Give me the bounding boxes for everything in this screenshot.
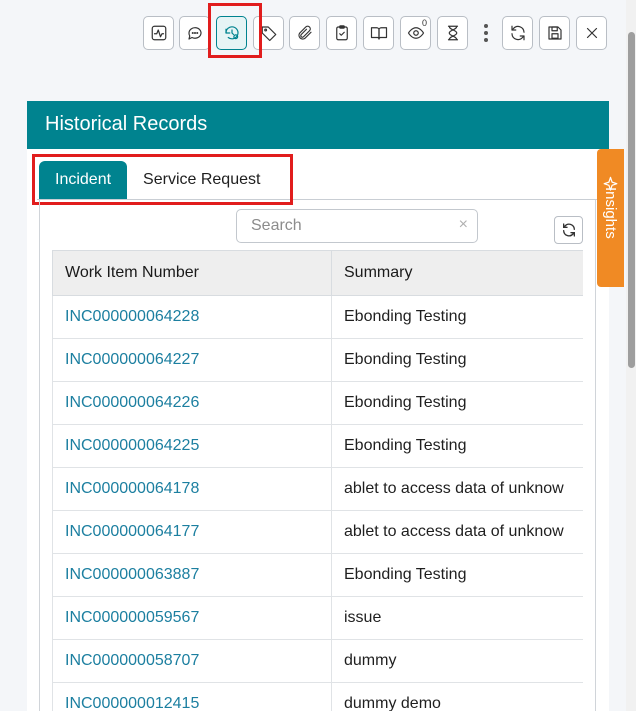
hourglass-icon (447, 25, 458, 41)
summary-cell: issue (331, 596, 583, 640)
attachment-button[interactable] (289, 16, 320, 50)
tab-incident[interactable]: Incident (39, 161, 128, 199)
activity-icon (151, 25, 166, 41)
records-table: Work Item Number Summary INC000000064228… (52, 250, 583, 711)
refresh-icon (562, 223, 575, 237)
work-item-link[interactable]: INC000000064228 (65, 308, 199, 325)
table-row: INC000000064225 Ebonding Testing (52, 424, 583, 468)
work-item-link[interactable]: INC000000064177 (65, 523, 199, 540)
summary-cell: Ebonding Testing (331, 381, 583, 425)
historical-records-button[interactable] (216, 16, 247, 50)
clipboard-check-icon (335, 25, 348, 41)
column-header-summary[interactable]: Summary (331, 250, 583, 296)
table-header-row: Work Item Number Summary (52, 250, 583, 296)
refresh-icon (510, 25, 525, 41)
work-item-link[interactable]: INC000000058707 (65, 652, 199, 669)
work-item-link[interactable]: INC000000064178 (65, 480, 199, 497)
save-button[interactable] (539, 16, 570, 50)
chat-button[interactable] (179, 16, 210, 50)
table-row: INC000000012415 dummy demo (52, 682, 583, 711)
paperclip-icon (297, 25, 312, 40)
tasks-button[interactable] (326, 16, 357, 50)
scrollbar-thumb[interactable] (628, 32, 635, 368)
page-scrollbar[interactable] (626, 0, 636, 711)
insights-label: Insights (602, 187, 619, 239)
panel-title: Historical Records (27, 101, 609, 149)
watch-count-badge: 0 (421, 18, 427, 28)
close-icon (586, 27, 597, 39)
tab-service-request[interactable]: Service Request (127, 161, 276, 199)
historical-records-panel: Historical Records Incident Service Requ… (27, 101, 609, 711)
search-box: × (236, 209, 478, 243)
summary-cell: ablet to access data of unknow (331, 510, 583, 554)
page: 0 Historical Records Incident Service Re… (0, 0, 636, 711)
table-row: INC000000064227 Ebonding Testing (52, 338, 583, 382)
work-item-link[interactable]: INC000000063887 (65, 566, 199, 583)
work-item-link[interactable]: INC000000059567 (65, 609, 199, 626)
records-table-container: Work Item Number Summary INC000000064228… (52, 250, 583, 711)
clear-search-icon[interactable]: × (459, 216, 468, 234)
summary-cell: dummy (331, 639, 583, 683)
summary-cell: Ebonding Testing (331, 338, 583, 382)
save-icon (547, 26, 562, 40)
search-input[interactable] (237, 210, 437, 242)
table-row: INC000000064177 ablet to access data of … (52, 510, 583, 554)
summary-cell: Ebonding Testing (331, 424, 583, 468)
knowledge-button[interactable] (363, 16, 394, 50)
table-row: INC000000064226 Ebonding Testing (52, 381, 583, 425)
kebab-menu-icon (484, 24, 488, 28)
insights-tab[interactable]: Insights (597, 149, 624, 287)
more-options-button[interactable] (479, 16, 493, 50)
history-settings-icon (224, 26, 239, 40)
table-row: INC000000064228 Ebonding Testing (52, 295, 583, 339)
activity-button[interactable] (143, 16, 174, 50)
close-button[interactable] (576, 16, 607, 50)
work-item-link[interactable]: INC000000064227 (65, 351, 199, 368)
work-item-link[interactable]: INC000000012415 (65, 695, 199, 711)
refresh-table-button[interactable] (554, 216, 583, 244)
work-item-link[interactable]: INC000000064226 (65, 394, 199, 411)
watch-button[interactable]: 0 (400, 16, 431, 50)
table-row: INC000000059567 issue (52, 596, 583, 640)
table-row: INC000000064178 ablet to access data of … (52, 467, 583, 511)
book-open-icon (370, 27, 387, 40)
table-row: INC000000058707 dummy (52, 639, 583, 683)
sla-button[interactable] (437, 16, 468, 50)
tag-button[interactable] (253, 16, 284, 50)
table-row: INC000000063887 Ebonding Testing (52, 553, 583, 597)
tag-icon (261, 26, 276, 42)
column-header-work-item-number[interactable]: Work Item Number (52, 250, 332, 296)
record-type-tabs: Incident Service Request (39, 161, 276, 199)
work-item-link[interactable]: INC000000064225 (65, 437, 199, 454)
reload-button[interactable] (502, 16, 533, 50)
summary-cell: Ebonding Testing (331, 295, 583, 339)
summary-cell: ablet to access data of unknow (331, 467, 583, 511)
chat-icon (187, 27, 202, 40)
summary-cell: Ebonding Testing (331, 553, 583, 597)
summary-cell: dummy demo (331, 682, 583, 711)
